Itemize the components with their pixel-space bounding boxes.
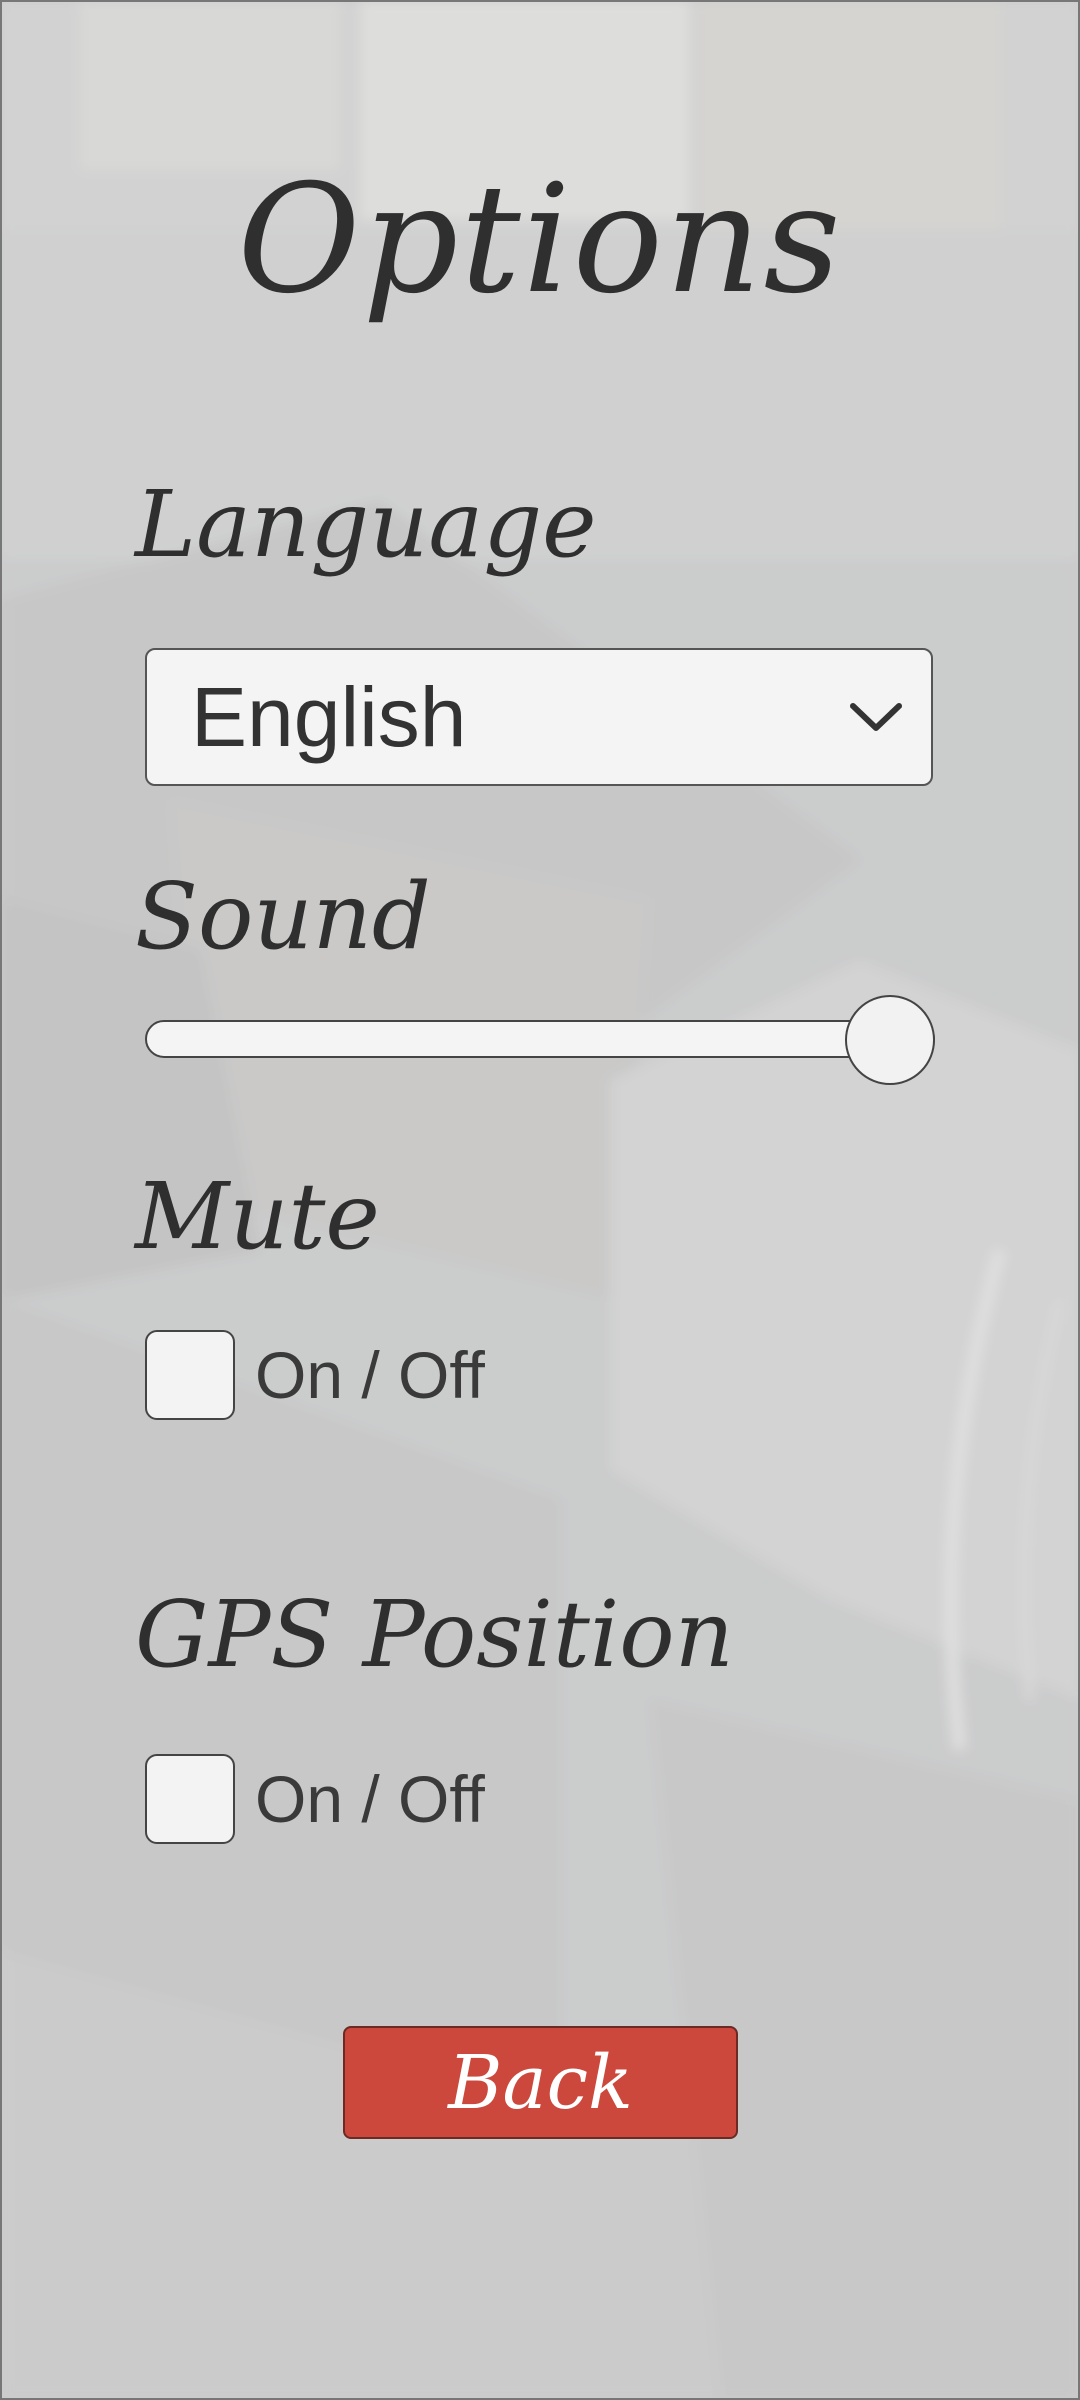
gps-checkbox-label: On / Off	[255, 1762, 485, 1836]
back-button[interactable]: Back	[343, 2026, 738, 2139]
sound-slider-thumb[interactable]	[845, 995, 935, 1085]
mute-label: Mute	[135, 1163, 380, 1270]
mute-checkbox-label: On / Off	[255, 1338, 485, 1412]
sound-label: Sound	[135, 863, 431, 970]
chevron-down-icon	[821, 650, 931, 784]
gps-label: GPS Position	[135, 1581, 734, 1688]
sound-slider[interactable]	[145, 995, 935, 1085]
language-selected-value: English	[191, 669, 467, 764]
back-button-label: Back	[448, 2039, 633, 2126]
sound-slider-track[interactable]	[145, 1020, 935, 1058]
gps-checkbox[interactable]	[145, 1754, 235, 1844]
gps-toggle-row[interactable]: On / Off	[145, 1754, 485, 1844]
mute-checkbox[interactable]	[145, 1330, 235, 1420]
language-dropdown[interactable]: English	[145, 648, 933, 786]
options-screen: Options Language English Sound Mute On /…	[0, 0, 1080, 2400]
mute-toggle-row[interactable]: On / Off	[145, 1330, 485, 1420]
language-label: Language	[135, 471, 597, 578]
page-title: Options	[237, 153, 843, 327]
